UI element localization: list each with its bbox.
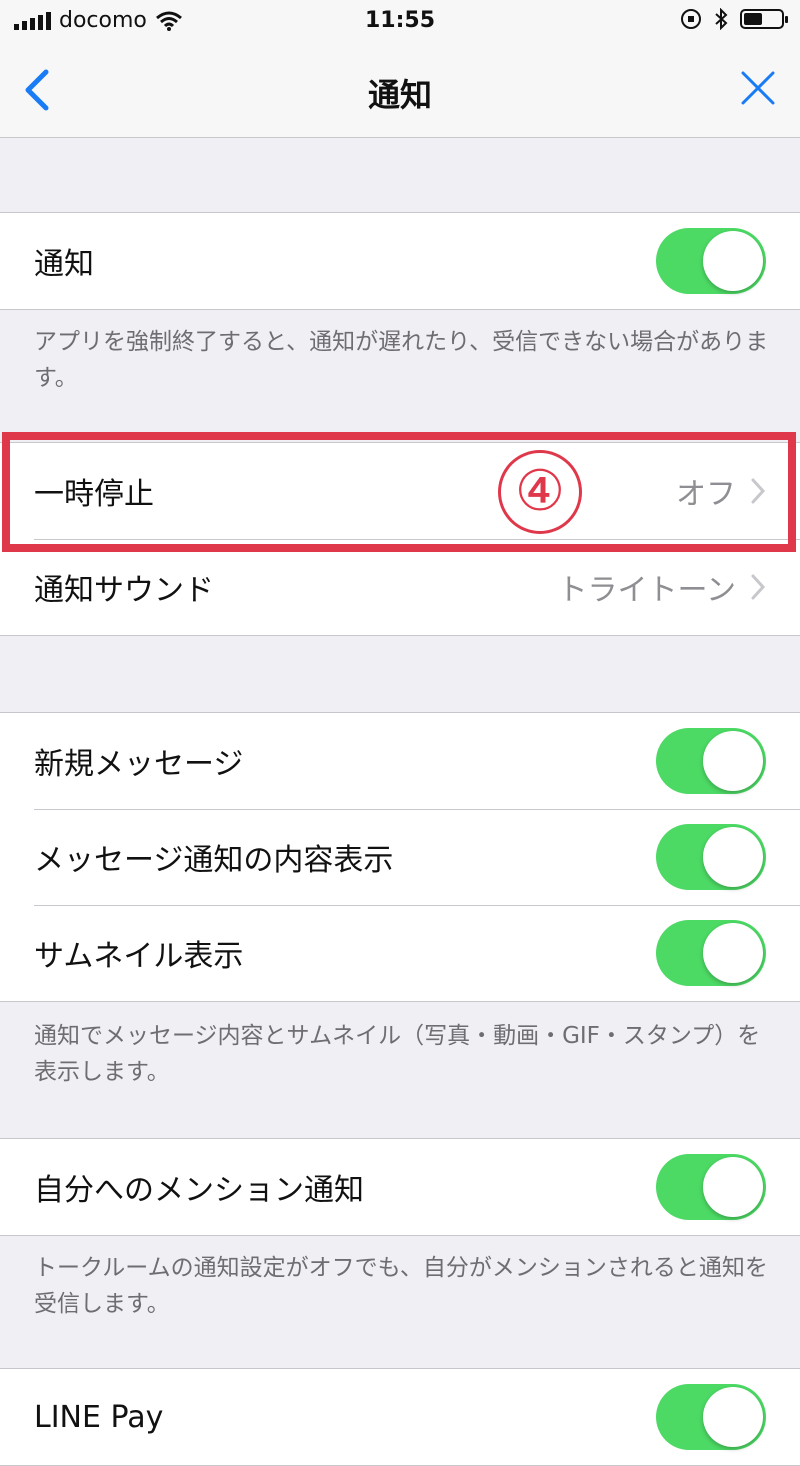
sound-label: 通知サウンド	[34, 573, 214, 608]
notification-footer: アプリを強制終了すると、通知が遅れたり、受信できない場合があります。	[34, 329, 769, 391]
step-number-badge: ④	[498, 450, 582, 534]
line-pay-toggle[interactable]	[656, 1384, 766, 1450]
pause-row[interactable]: 一時停止 オフ	[0, 443, 800, 539]
battery-icon	[740, 9, 788, 29]
close-icon[interactable]	[740, 70, 776, 106]
notification-toggle[interactable]	[656, 228, 766, 294]
notification-row: 通知	[0, 213, 800, 309]
chevron-right-icon	[751, 478, 766, 504]
sound-row[interactable]: 通知サウンド トライトーン	[0, 539, 800, 635]
thumbnail-row: サムネイル表示	[0, 905, 800, 1001]
message-footer: 通知でメッセージ内容とサムネイル（写真・動画・GIF・スタンプ）を表示します。	[34, 1023, 761, 1085]
line-pay-row: LINE Pay	[0, 1369, 800, 1465]
new-message-toggle[interactable]	[656, 728, 766, 794]
pause-value: オフ	[676, 477, 736, 512]
navigation-bar: 通知	[0, 44, 800, 138]
message-content-toggle[interactable]	[656, 824, 766, 890]
page-title: 通知	[367, 76, 432, 114]
notification-group: 通知	[0, 212, 800, 310]
pause-sound-group: 一時停止 オフ 通知サウンド トライトーン	[0, 442, 800, 636]
message-group: 新規メッセージ メッセージ通知の内容表示 サムネイル表示	[0, 712, 800, 1002]
sound-value: トライトーン	[557, 573, 737, 608]
mention-toggle[interactable]	[656, 1154, 766, 1220]
mention-group: 自分へのメンション通知	[0, 1138, 800, 1236]
message-content-row: メッセージ通知の内容表示	[0, 809, 800, 905]
line-pay-group: LINE Pay	[0, 1368, 800, 1466]
bluetooth-icon	[715, 8, 728, 30]
mention-row: 自分へのメンション通知	[0, 1139, 800, 1235]
status-bar: docomo 11:55	[0, 0, 800, 44]
thumbnail-toggle[interactable]	[656, 920, 766, 986]
new-message-row: 新規メッセージ	[0, 713, 800, 809]
status-right	[680, 8, 788, 30]
orientation-lock-icon	[681, 9, 701, 29]
mention-footer: トークルームの通知設定がオフでも、自分がメンションされると通知を受信します。	[34, 1255, 768, 1317]
chevron-right-icon	[751, 574, 766, 600]
